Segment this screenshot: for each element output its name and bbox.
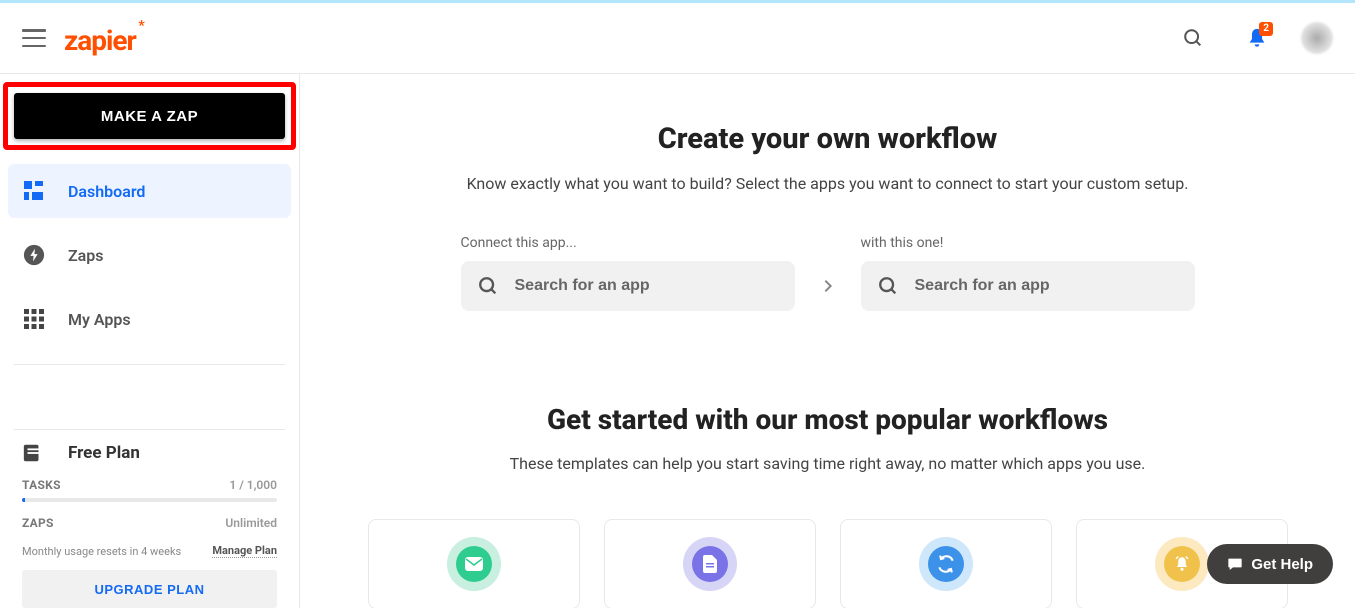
sidebar: MAKE A ZAP Dashboard Zaps My Apps (0, 74, 300, 608)
zaps-icon (22, 243, 46, 267)
connect-app-left-input[interactable] (461, 261, 795, 311)
sidebar-item-label: Dashboard (68, 182, 145, 201)
zaps-label: ZAPS (22, 516, 54, 530)
notification-badge: 2 (1259, 22, 1273, 36)
avatar[interactable] (1301, 22, 1333, 54)
apps-icon (22, 307, 46, 331)
tasks-progress (22, 498, 277, 502)
make-zap-highlight: MAKE A ZAP (3, 82, 296, 150)
connect-app-right-field[interactable] (915, 277, 1179, 295)
connect-right-label: with this one! (861, 235, 1195, 251)
sidebar-item-myapps[interactable]: My Apps (8, 292, 291, 346)
plan-section: Free Plan TASKS 1 / 1,000 ZAPS Unlimited… (0, 430, 299, 608)
popular-heading: Get started with our most popular workfl… (340, 403, 1315, 436)
dashboard-icon (22, 179, 46, 203)
tasks-label: TASKS (22, 478, 61, 492)
chevron-right-icon (813, 278, 843, 294)
connect-left-label: Connect this app... (461, 235, 795, 251)
search-icon (477, 275, 499, 297)
tasks-value: 1 / 1,000 (229, 478, 277, 492)
workflow-card[interactable] (368, 519, 580, 608)
chat-icon (1227, 556, 1243, 572)
search-icon (1182, 27, 1204, 49)
sidebar-item-label: My Apps (68, 310, 131, 329)
sidebar-item-label: Zaps (68, 246, 104, 265)
connect-app-left-field[interactable] (515, 277, 779, 295)
header: zapier * 2 (0, 3, 1355, 74)
main-content: Create your own workflow Know exactly wh… (300, 74, 1355, 608)
star-icon: * (138, 18, 143, 34)
page-subtitle: Know exactly what you want to build? Sel… (340, 174, 1315, 193)
workflow-card[interactable] (604, 519, 816, 608)
get-help-button[interactable]: Get Help (1207, 544, 1333, 584)
plan-icon (22, 442, 44, 464)
menu-icon[interactable] (22, 29, 46, 47)
manage-plan-link[interactable]: Manage Plan (212, 544, 277, 558)
plan-title: Free Plan (68, 443, 140, 463)
sidebar-item-dashboard[interactable]: Dashboard (8, 164, 291, 218)
zaps-value: Unlimited (225, 516, 277, 530)
workflow-card[interactable] (840, 519, 1052, 608)
connect-app-right-input[interactable] (861, 261, 1195, 311)
bell-icon (1164, 546, 1200, 582)
document-icon (692, 546, 728, 582)
make-zap-button[interactable]: MAKE A ZAP (14, 93, 285, 139)
mail-icon (456, 546, 492, 582)
help-label: Get Help (1251, 556, 1313, 573)
header-search-button[interactable] (1173, 18, 1213, 58)
sidebar-item-zaps[interactable]: Zaps (8, 228, 291, 282)
search-icon (877, 275, 899, 297)
reset-text: Monthly usage resets in 4 weeks (22, 545, 181, 558)
upgrade-plan-button[interactable]: UPGRADE PLAN (22, 570, 277, 608)
popular-subtitle: These templates can help you start savin… (340, 454, 1315, 473)
notifications-button[interactable]: 2 (1237, 18, 1277, 58)
page-title: Create your own workflow (340, 122, 1315, 156)
sync-icon (928, 546, 964, 582)
logo[interactable]: zapier * (64, 20, 136, 57)
logo-text: zapier (64, 24, 136, 57)
